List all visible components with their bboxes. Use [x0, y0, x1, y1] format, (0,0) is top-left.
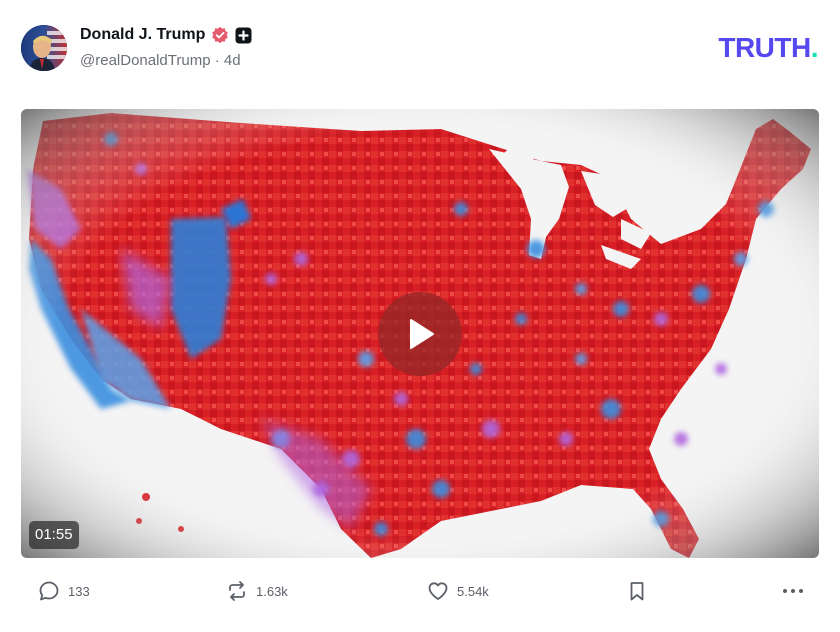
play-icon	[410, 319, 434, 349]
author-name-row: Donald J. Trump	[80, 24, 252, 46]
avatar[interactable]	[21, 25, 67, 71]
author-meta: @realDonaldTrump · 4d	[80, 52, 241, 69]
meta-separator: ·	[210, 52, 224, 69]
bookmark-icon	[630, 582, 644, 601]
more-options-button[interactable]	[781, 580, 805, 602]
verified-badge-icon	[211, 26, 229, 44]
retruth-button[interactable]: 1.63k	[226, 580, 288, 602]
more-dots-icon	[783, 589, 803, 593]
heart-icon	[428, 582, 448, 600]
author-display-name[interactable]: Donald J. Trump	[80, 26, 205, 44]
author-handle[interactable]: @realDonaldTrump	[80, 52, 211, 69]
truth-social-logo[interactable]: TRUTH.	[718, 32, 818, 64]
retruth-icon	[229, 581, 245, 601]
bookmark-button[interactable]	[626, 580, 648, 602]
video-duration: 01:55	[29, 521, 79, 549]
logo-text: TRUTH	[718, 32, 811, 63]
plus-badge-icon	[235, 27, 252, 44]
avatar-image	[21, 25, 67, 71]
post-actions: 133 1.63k 5.54k	[0, 570, 840, 616]
like-button[interactable]: 5.54k	[427, 580, 489, 602]
reply-button[interactable]: 133	[38, 580, 90, 602]
retruth-count: 1.63k	[256, 583, 288, 599]
reply-count: 133	[68, 583, 90, 599]
logo-dot: .	[810, 32, 819, 63]
post-age[interactable]: 4d	[224, 52, 241, 69]
play-button[interactable]	[378, 292, 462, 376]
reply-icon	[39, 581, 59, 601]
like-count: 5.54k	[457, 583, 489, 599]
post-header: Donald J. Trump @realDonaldTrump · 4d TR…	[0, 0, 840, 100]
